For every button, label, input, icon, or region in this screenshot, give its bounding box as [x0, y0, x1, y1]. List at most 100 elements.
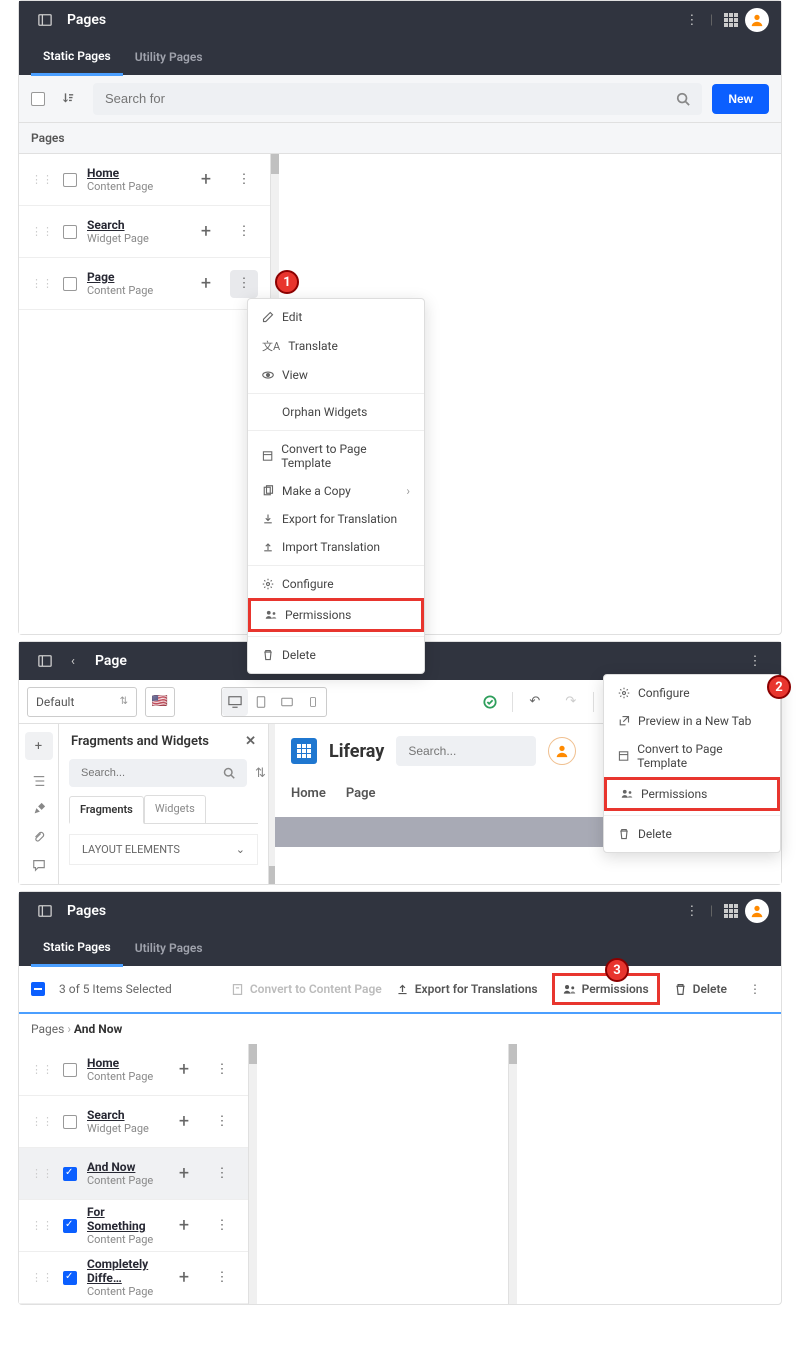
- tablet-landscape-icon[interactable]: [274, 688, 300, 716]
- sort-icon[interactable]: ⇅: [255, 766, 266, 781]
- subtab-widgets[interactable]: Widgets: [144, 795, 206, 823]
- tab-static-pages[interactable]: Static Pages: [31, 39, 123, 76]
- sidebar-toggle-icon[interactable]: [31, 897, 59, 925]
- dropdown-convert[interactable]: Convert to Page Template: [248, 435, 424, 477]
- row-checkbox[interactable]: [63, 225, 77, 239]
- dropdown-export-translation[interactable]: Export for Translation: [248, 505, 424, 533]
- row-kebab-icon[interactable]: ⋮: [230, 218, 258, 246]
- page-name[interactable]: Home: [87, 166, 182, 180]
- drag-handle-icon[interactable]: ⋮⋮: [31, 1063, 53, 1076]
- row-checkbox[interactable]: [63, 1063, 77, 1077]
- dropdown-view[interactable]: View: [248, 361, 424, 389]
- scrollbar[interactable]: [509, 1044, 517, 1304]
- scrollbar[interactable]: [249, 1044, 257, 1304]
- tab-utility-pages[interactable]: Utility Pages: [123, 40, 215, 74]
- add-child-icon[interactable]: +: [192, 270, 220, 298]
- kebab-icon[interactable]: ⋮: [678, 897, 706, 925]
- page-row[interactable]: ⋮⋮ SearchWidget Page + ⋮: [19, 1096, 248, 1148]
- page-row[interactable]: ⋮⋮ For SomethingContent Page + ⋮: [19, 1200, 248, 1252]
- row-checkbox[interactable]: [63, 173, 77, 187]
- add-child-icon[interactable]: +: [170, 1056, 198, 1084]
- user-avatar[interactable]: [745, 899, 769, 923]
- drag-handle-icon[interactable]: ⋮⋮: [31, 277, 53, 290]
- delete-action[interactable]: Delete: [674, 982, 727, 996]
- add-child-icon[interactable]: +: [170, 1160, 198, 1188]
- page-name[interactable]: For Something: [87, 1205, 160, 1233]
- drag-handle-icon[interactable]: ⋮⋮: [31, 1167, 53, 1180]
- page-name[interactable]: Page: [87, 270, 182, 284]
- page-row[interactable]: ⋮⋮ HomeContent Page + ⋮: [19, 1044, 248, 1096]
- row-kebab-icon[interactable]: ⋮: [230, 166, 258, 194]
- page-row[interactable]: ⋮⋮ Page Content Page + ⋮: [19, 258, 270, 310]
- page-name[interactable]: Completely Diffe…: [87, 1257, 160, 1285]
- check-icon[interactable]: [476, 688, 504, 716]
- sort-icon[interactable]: [55, 85, 83, 113]
- row-kebab-icon[interactable]: ⋮: [208, 1108, 236, 1136]
- sidebar-toggle-icon[interactable]: [31, 647, 59, 675]
- dropdown-configure[interactable]: Configure: [248, 570, 424, 598]
- tab-static-pages[interactable]: Static Pages: [31, 930, 123, 967]
- clip-tool-icon[interactable]: [32, 830, 46, 844]
- add-child-icon[interactable]: +: [192, 218, 220, 246]
- dropdown-orphan[interactable]: Orphan Widgets: [248, 398, 424, 426]
- kebab-icon[interactable]: ⋮: [741, 647, 769, 675]
- page-name[interactable]: Search: [87, 1108, 160, 1122]
- plus-tool-icon[interactable]: +: [25, 732, 53, 760]
- row-checkbox[interactable]: [63, 277, 77, 291]
- panel-search-box[interactable]: [69, 759, 247, 787]
- locale-select[interactable]: 🇺🇸: [145, 687, 175, 717]
- comment-tool-icon[interactable]: [32, 858, 46, 872]
- page-row[interactable]: ⋮⋮ Search Widget Page + ⋮: [19, 206, 270, 258]
- page-row[interactable]: ⋮⋮ Home Content Page + ⋮: [19, 154, 270, 206]
- desktop-icon[interactable]: [222, 688, 248, 716]
- drag-handle-icon[interactable]: ⋮⋮: [31, 225, 53, 238]
- tab-utility-pages[interactable]: Utility Pages: [123, 931, 215, 965]
- redo-icon[interactable]: ↷: [557, 688, 585, 716]
- new-button[interactable]: New: [712, 84, 769, 114]
- kebab-icon[interactable]: ⋮: [678, 6, 706, 34]
- dropdown-permissions[interactable]: Permissions: [248, 598, 424, 632]
- user-avatar[interactable]: [745, 8, 769, 32]
- outline-tool-icon[interactable]: [32, 774, 46, 788]
- convert-action[interactable]: Convert to Content Page: [231, 982, 382, 996]
- drag-handle-icon[interactable]: ⋮⋮: [31, 1271, 53, 1284]
- row-checkbox[interactable]: [63, 1167, 77, 1181]
- dropdown-permissions[interactable]: Permissions: [604, 777, 780, 811]
- undo-icon[interactable]: ↶: [521, 688, 549, 716]
- search-box[interactable]: [93, 83, 702, 115]
- permissions-action[interactable]: Permissions: [552, 973, 660, 1005]
- drag-handle-icon[interactable]: ⋮⋮: [31, 1219, 53, 1232]
- subtab-fragments[interactable]: Fragments: [69, 796, 144, 824]
- select-all-checkbox[interactable]: [31, 982, 45, 996]
- dropdown-preview[interactable]: Preview in a New Tab: [604, 707, 780, 735]
- kebab-icon[interactable]: ⋮: [741, 975, 769, 1003]
- add-child-icon[interactable]: +: [170, 1108, 198, 1136]
- row-kebab-icon[interactable]: ⋮: [208, 1056, 236, 1084]
- layout-elements-row[interactable]: LAYOUT ELEMENTS ⌄: [69, 834, 258, 865]
- drag-handle-icon[interactable]: ⋮⋮: [31, 173, 53, 186]
- mobile-icon[interactable]: [300, 688, 326, 716]
- select-all-checkbox[interactable]: [31, 92, 45, 106]
- dropdown-copy[interactable]: Make a Copy ›: [248, 477, 424, 505]
- dropdown-import-translation[interactable]: Import Translation: [248, 533, 424, 561]
- canvas-search[interactable]: [396, 736, 536, 766]
- row-kebab-icon[interactable]: ⋮: [208, 1160, 236, 1188]
- dropdown-edit[interactable]: Edit: [248, 303, 424, 331]
- export-action[interactable]: Export for Translations: [396, 982, 538, 996]
- dropdown-configure[interactable]: Configure: [604, 679, 780, 707]
- page-name[interactable]: Search: [87, 218, 182, 232]
- row-kebab-icon[interactable]: ⋮: [208, 1264, 236, 1292]
- canvas-avatar[interactable]: [548, 737, 576, 765]
- page-row[interactable]: ⋮⋮ And NowContent Page + ⋮: [19, 1148, 248, 1200]
- close-icon[interactable]: ✕: [245, 734, 256, 749]
- drag-handle-icon[interactable]: ⋮⋮: [31, 1115, 53, 1128]
- panel-search-input[interactable]: [81, 767, 223, 779]
- sidebar-toggle-icon[interactable]: [31, 6, 59, 34]
- row-kebab-icon[interactable]: ⋮: [208, 1212, 236, 1240]
- row-checkbox[interactable]: [63, 1219, 77, 1233]
- add-child-icon[interactable]: +: [192, 166, 220, 194]
- experience-select[interactable]: Default ⇅: [27, 687, 137, 717]
- dropdown-translate[interactable]: 文A Translate: [248, 331, 424, 361]
- page-name[interactable]: Home: [87, 1056, 160, 1070]
- nav-page[interactable]: Page: [346, 786, 376, 801]
